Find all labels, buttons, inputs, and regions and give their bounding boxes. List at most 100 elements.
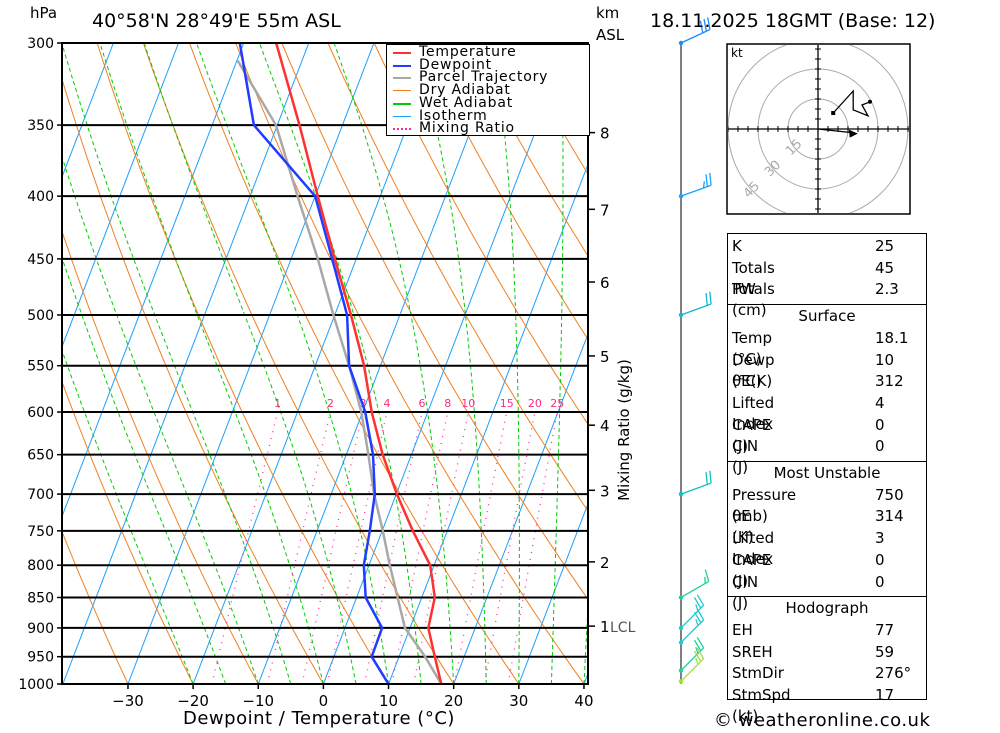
wet-adiabat-line — [550, 43, 564, 684]
wind-barb-shaft — [680, 604, 705, 629]
stats-value: 0 — [875, 550, 885, 569]
wind-barb-feather — [709, 470, 712, 484]
temperature-line — [274, 43, 443, 684]
mixing-ratio-label: 2 — [327, 397, 334, 410]
height-tick-label: 4 — [600, 417, 610, 435]
pressure-tick-label: 450 — [27, 252, 54, 268]
mixing-ratio-line — [453, 411, 508, 684]
stats-value: 312 — [875, 372, 904, 391]
mixing-ratio-line — [211, 411, 279, 684]
height-tick-label: 7 — [600, 201, 610, 219]
wind-barb-dot — [678, 312, 684, 318]
legend-swatch — [393, 52, 411, 54]
wet-adiabat-line — [493, 43, 520, 684]
height-tick-label: 3 — [600, 482, 610, 500]
datetime-title: 18.11.2025 18GMT (Base: 12) — [650, 10, 936, 32]
hodograph-end-marker — [868, 99, 872, 104]
legend-swatch — [393, 77, 411, 80]
wind-barb-shaft — [680, 482, 712, 495]
isotherm-line — [388, 162, 588, 684]
legend-item: Mixing Ratio — [391, 120, 586, 137]
legend-label: Mixing Ratio — [419, 120, 515, 137]
mixing-ratio-label: 25 — [550, 397, 564, 410]
lcl-label: LCL — [610, 620, 636, 636]
pressure-tick-label: 800 — [27, 558, 54, 574]
stats-section-title: Most Unstable — [773, 464, 881, 482]
wind-barb-dot — [678, 679, 684, 684]
stats-label: EH — [732, 620, 753, 639]
wet-adiabat-line — [196, 43, 389, 684]
dry-adiabat-line — [235, 43, 585, 684]
stats-section-title: Surface — [798, 307, 856, 326]
wind-barb-shaft — [680, 303, 712, 316]
dry-adiabat-line — [62, 77, 324, 684]
stats-label: K — [732, 237, 742, 255]
mixing-ratio-label: 6 — [419, 397, 426, 410]
wind-barb-feather — [705, 174, 708, 187]
legend-swatch — [393, 128, 411, 131]
pressure-tick-label: 400 — [27, 189, 54, 205]
stats-divider — [728, 596, 926, 598]
wind-barb-feather — [702, 181, 705, 189]
legend-swatch — [393, 115, 411, 117]
mixing-ratio-line — [266, 411, 331, 684]
wind-barb-feather — [709, 172, 712, 186]
stats-value: 314 — [875, 507, 904, 526]
wet-adiabat-line — [415, 43, 487, 684]
mixing-ratio-line — [391, 411, 449, 684]
wind-barb-shaft — [680, 647, 705, 671]
wind-barb — [678, 594, 705, 631]
hodograph-unit-label: kt — [731, 46, 743, 60]
pressure-tick-label: 700 — [27, 487, 54, 503]
temperature-tick-label: −30 — [112, 692, 144, 710]
temperature-tick-label: 30 — [509, 692, 528, 710]
pressure-tick-label: 750 — [27, 524, 54, 540]
wind-barb-dot — [678, 491, 684, 497]
stats-value: 17 — [875, 686, 895, 704]
wind-barb-dot — [678, 193, 684, 199]
pressure-tick-label: 950 — [27, 650, 54, 666]
wind-barb — [678, 470, 712, 497]
hodograph-start-marker — [831, 111, 836, 115]
pressure-tick-label: 300 — [27, 36, 54, 52]
wind-barb — [678, 291, 712, 318]
location-title: 40°58'N 28°49'E 55m ASL — [92, 10, 341, 32]
pressure-tick-label: 600 — [27, 405, 54, 421]
legend-swatch — [393, 64, 411, 67]
mixing-ratio-label: 10 — [461, 397, 475, 410]
stats-value: 750 — [875, 485, 904, 504]
wind-barb-shaft — [680, 658, 705, 682]
isotherm-line — [62, 43, 114, 179]
stats-table: K 25 Totals Totals 45 PW (cm) 2.3 Surface Temp … — [727, 233, 927, 725]
stats-label: SREH — [732, 642, 773, 661]
height-tick-label: 1 — [600, 618, 610, 636]
wind-barb-dot — [678, 40, 684, 46]
pressure-tick-label: 900 — [27, 621, 54, 637]
stats-value: 0 — [875, 437, 885, 456]
isotherm-line — [192, 43, 440, 684]
wet-adiabat-line — [259, 43, 422, 684]
asl-unit-label: ASL — [596, 26, 625, 44]
wind-barb-dot — [678, 625, 684, 631]
pressure-tick-label: 850 — [27, 590, 54, 606]
height-tick-label: 6 — [600, 274, 610, 292]
pressure-tick-label: 1000 — [18, 677, 54, 693]
height-tick-label: 5 — [600, 348, 610, 366]
km-unit-label: km — [596, 4, 620, 22]
height-tick-label: 8 — [600, 125, 610, 143]
mixing-ratio-label: 1 — [274, 397, 281, 410]
stats-value: 77 — [875, 620, 895, 639]
mixing-ratio-line — [326, 411, 388, 684]
wind-barb-shaft — [680, 184, 712, 197]
wind-barb-feather — [709, 291, 712, 305]
isotherm-line — [322, 43, 570, 684]
x-axis-label: Dewpoint / Temperature (°C) — [183, 708, 455, 729]
wind-barb-feather — [704, 569, 710, 582]
legend: Temperature Dewpoint Parcel Trajectory Dry … — [386, 44, 590, 136]
isotherm-line — [453, 332, 588, 684]
pressure-tick-label: 550 — [27, 359, 54, 375]
wind-barb-dot — [678, 668, 684, 673]
stats-value: 59 — [875, 642, 895, 661]
wind-barb-feather — [705, 472, 708, 485]
stats-value: 276° — [875, 664, 912, 683]
